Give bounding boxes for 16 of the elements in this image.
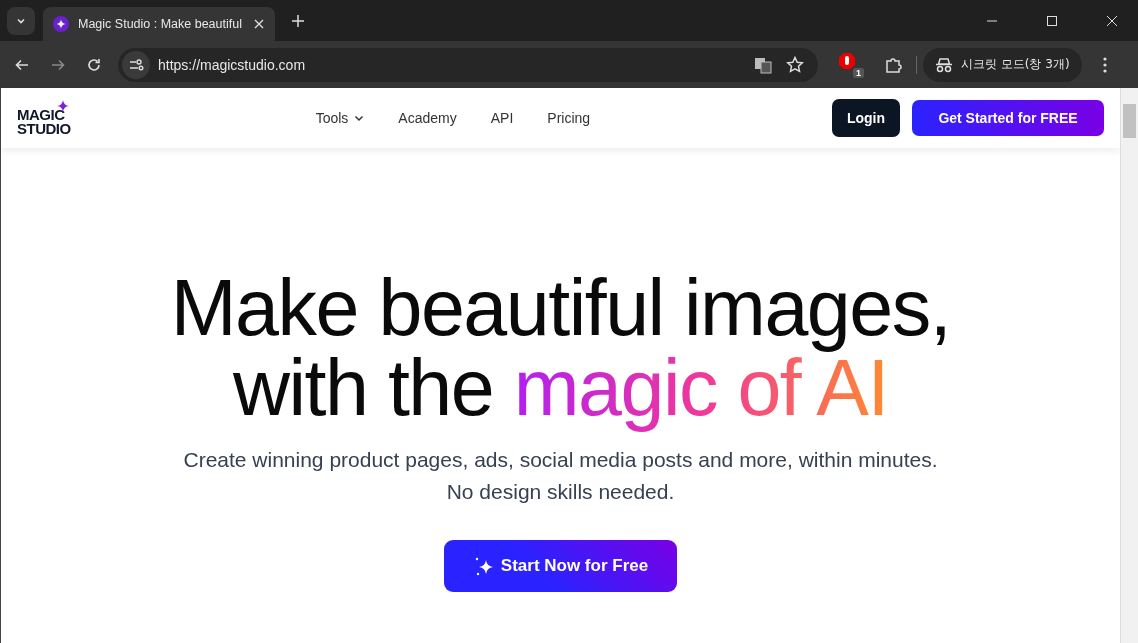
nav-link[interactable]: Academy	[398, 110, 457, 126]
extension-button[interactable]: 1	[838, 51, 864, 78]
subtitle: Create winning product pages, ads, social media posts and more, within minutes. No design skills needed.	[183, 447, 938, 505]
tab-title: Magic Studio : Make beautiful	[78, 17, 243, 31]
url-text: https://magicstudio.com	[158, 56, 306, 73]
browser-tab[interactable]: Magic Studio : Make beautiful	[43, 7, 275, 41]
address-bar[interactable]: https://magicstudio.com	[118, 47, 818, 82]
nav-link[interactable]: Tools	[315, 110, 365, 126]
login-button[interactable]: Login	[832, 99, 900, 137]
nav-link[interactable]: API	[490, 110, 514, 126]
start-now-button[interactable]: Start Now for Free	[444, 540, 677, 592]
nav-link[interactable]: Pricing	[547, 110, 591, 126]
extension-badge: 1	[853, 67, 864, 78]
incognito-button[interactable]: 시크릿 모드(창 3개)	[923, 47, 1082, 82]
logo[interactable]: MAGIC STUDIO	[17, 100, 71, 136]
get-started-button[interactable]: Get Started for FREE	[912, 100, 1104, 136]
